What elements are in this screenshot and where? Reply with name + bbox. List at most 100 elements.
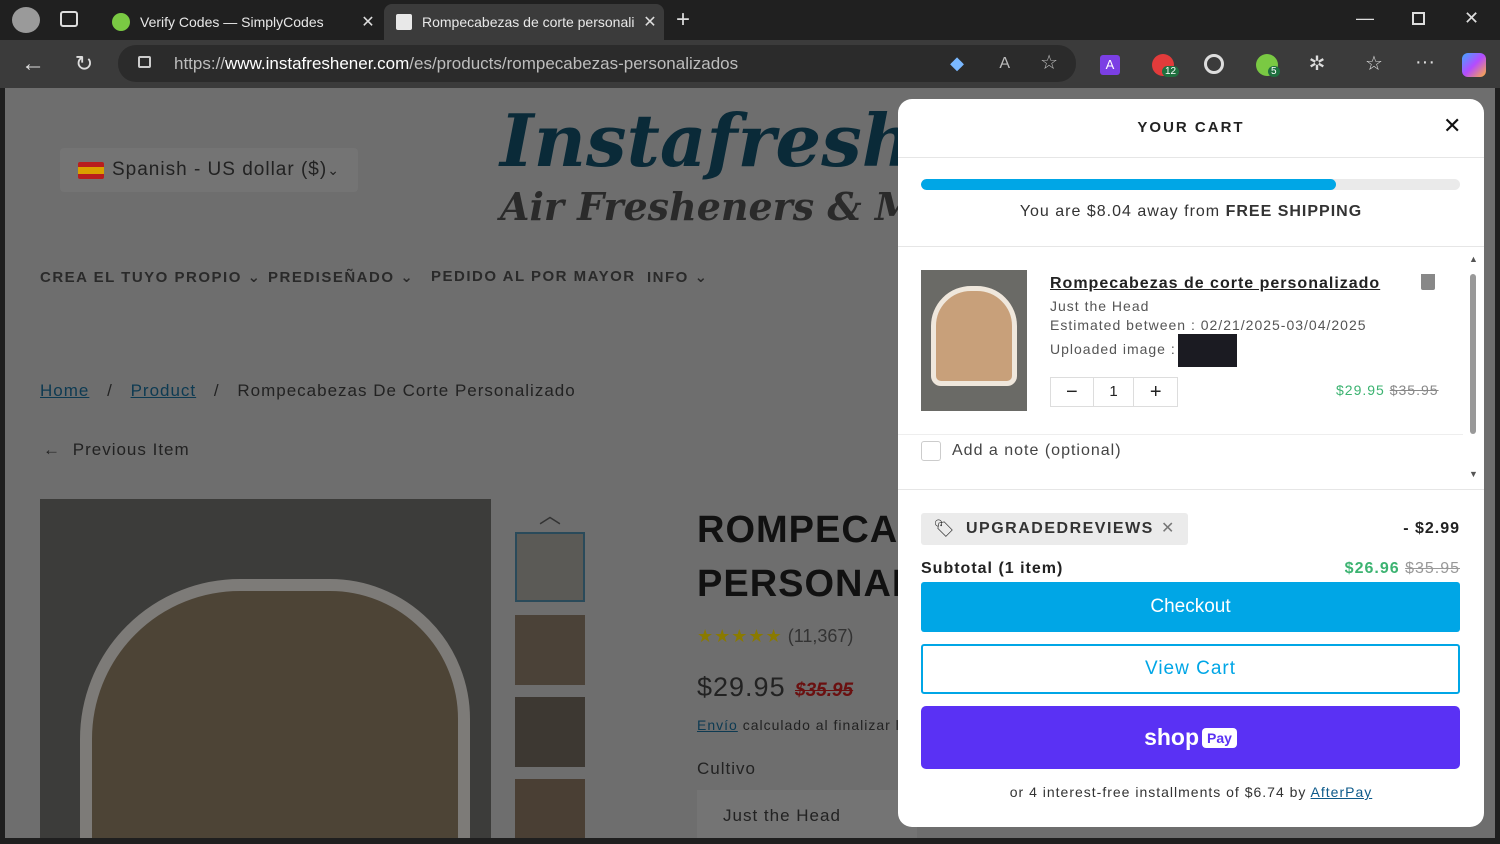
checkout-label: Checkout <box>1150 596 1231 617</box>
site-info-lock-icon[interactable] <box>138 56 151 68</box>
tab-title: Rompecabezas de corte personali <box>422 14 635 30</box>
quantity-value[interactable]: 1 <box>1094 378 1135 406</box>
divider <box>898 246 1484 247</box>
decrease-qty-button[interactable]: − <box>1051 378 1094 406</box>
thumbnail-1[interactable] <box>515 532 585 602</box>
note-checkbox[interactable] <box>921 441 941 461</box>
discount-code: UPGRADEDREVIEWS <box>966 520 1154 537</box>
address-toolbar: ← ↻ https://www.instafreshener.com/es/pr… <box>0 40 1500 88</box>
previous-item-label: Previous Item <box>72 440 190 459</box>
instafreshener-favicon-icon <box>396 14 412 30</box>
view-cart-label: View Cart <box>1144 658 1236 679</box>
coupon-tag-icon[interactable]: ◆ <box>950 45 964 82</box>
breadcrumb-separator: / <box>107 381 113 400</box>
close-cart-icon[interactable]: ✕ <box>1443 113 1461 139</box>
increase-qty-button[interactable]: + <box>1134 378 1177 406</box>
favorite-star-icon[interactable]: ☆ <box>1040 45 1058 82</box>
tab-instafreshener[interactable]: Rompecabezas de corte personali ✕ <box>384 4 664 40</box>
browser-tab-bar: Verify Codes — SimplyCodes ✕ Rompecabeza… <box>0 0 1500 40</box>
uploaded-image-thumbnail[interactable] <box>1178 334 1237 367</box>
shipping-link[interactable]: Envío <box>697 717 738 733</box>
nav-label: PREDISEÑADO <box>268 269 395 286</box>
trash-icon[interactable] <box>1421 274 1435 290</box>
nav-info[interactable]: INFO ⌄ <box>647 268 709 286</box>
tab-actions-icon[interactable] <box>60 11 78 27</box>
progress-fill <box>921 179 1337 190</box>
shop-pay-button[interactable]: shop Pay <box>921 706 1460 769</box>
breadcrumb-product[interactable]: Product <box>131 381 197 400</box>
nav-label: CREA EL TUYO PROPIO <box>40 269 242 286</box>
cart-item-image[interactable] <box>921 270 1027 411</box>
star-rating-icon: ★★★★★ <box>697 626 783 646</box>
pug-puzzle-shape <box>80 579 470 838</box>
locale-label: Spanish - US dollar ($) <box>112 159 328 180</box>
spain-flag-icon <box>78 162 104 179</box>
cart-scrollbar[interactable]: ▲ ▼ <box>1468 254 1478 482</box>
thumbnail-up-icon[interactable]: ︿ <box>539 498 561 530</box>
cart-item-price-group: $29.95 $35.95 <box>1336 382 1439 398</box>
remove-discount-icon[interactable]: ✕ <box>1161 518 1174 538</box>
back-icon[interactable]: ← <box>19 52 47 76</box>
shipping-message-text: You are $8.04 away from <box>1019 203 1226 220</box>
nav-label: PEDIDO AL POR MAYOR <box>431 268 636 285</box>
nav-label: INFO <box>647 269 689 286</box>
cart-title: YOUR CART <box>1137 119 1245 136</box>
discount-amount: - $2.99 <box>1403 520 1460 537</box>
nav-predisenado[interactable]: PREDISEÑADO ⌄ <box>268 268 414 286</box>
scroll-thumb[interactable] <box>1470 274 1476 434</box>
extensions-puzzle-icon[interactable]: ✲ <box>1303 52 1331 76</box>
locale-selector[interactable]: Spanish - US dollar ($) ⌄ <box>60 148 358 192</box>
extension-badge: 5 <box>1268 66 1280 77</box>
product-main-image[interactable] <box>40 499 491 838</box>
quantity-stepper: − 1 + <box>1050 377 1178 407</box>
new-tab-icon[interactable]: + <box>676 6 690 34</box>
add-note-label[interactable]: Add a note (optional) <box>952 442 1122 460</box>
read-aloud-icon[interactable]: A <box>999 45 1010 82</box>
previous-item-link[interactable]: ← Previous Item <box>43 440 190 460</box>
url-prefix: https:// <box>174 54 226 73</box>
refresh-icon[interactable]: ↻ <box>70 52 98 76</box>
nav-pedido-mayor[interactable]: PEDIDO AL POR MAYOR <box>431 268 636 285</box>
copilot-icon[interactable] <box>1462 53 1486 77</box>
address-bar[interactable]: https://www.instafreshener.com/es/produc… <box>118 45 1076 82</box>
reviews-count: (11,367) <box>787 626 854 646</box>
thumbnail-3[interactable] <box>515 697 585 767</box>
breadcrumb-home[interactable]: Home <box>40 381 89 400</box>
view-cart-button[interactable]: View Cart <box>921 644 1460 694</box>
simplycodes-favicon-icon <box>112 13 130 31</box>
tab-simplycodes[interactable]: Verify Codes — SimplyCodes ✕ <box>100 4 382 40</box>
chevron-down-icon: ⌄ <box>694 269 709 286</box>
shop-pay-badge: Pay <box>1202 727 1237 748</box>
more-menu-icon[interactable]: ··· <box>1411 50 1439 74</box>
simplycodes-extension-icon[interactable]: 5 <box>1256 54 1280 77</box>
reviews-summary[interactable]: ★★★★★ (11,367) <box>697 626 853 647</box>
breadcrumb: Home / Product / Rompecabezas De Corte P… <box>40 381 576 401</box>
nav-crea-el-tuyo[interactable]: CREA EL TUYO PROPIO ⌄ <box>40 268 262 286</box>
thumbnail-4[interactable] <box>515 779 585 838</box>
subtotal-value: $26.96 <box>1344 560 1400 577</box>
option-label: Cultivo <box>697 759 756 778</box>
cart-item-variant: Just the Head <box>1050 298 1150 314</box>
minimize-icon[interactable]: — <box>1356 8 1374 29</box>
close-tab-icon[interactable]: ✕ <box>354 12 382 32</box>
restore-icon[interactable] <box>1412 12 1425 25</box>
option-select[interactable]: Just the Head <box>697 790 917 838</box>
extension-red-icon[interactable]: 12 <box>1152 54 1180 77</box>
favorites-icon[interactable]: ☆ <box>1360 52 1388 76</box>
extension-a-icon[interactable]: A <box>1100 55 1120 75</box>
close-window-icon[interactable]: ✕ <box>1464 8 1479 29</box>
extension-circle-icon[interactable] <box>1204 54 1224 74</box>
divider <box>898 489 1484 490</box>
pug-image-shape <box>931 286 1017 386</box>
product-compare-price: $35.95 <box>795 680 854 701</box>
cart-item-compare-price: $35.95 <box>1389 382 1439 398</box>
checkout-button[interactable]: Checkout <box>921 582 1460 632</box>
afterpay-link[interactable]: AfterPay <box>1311 784 1373 800</box>
scroll-down-icon[interactable]: ▼ <box>1469 469 1478 479</box>
scroll-up-icon[interactable]: ▲ <box>1469 254 1478 264</box>
cart-item-name[interactable]: Rompecabezas de corte personalizado <box>1050 275 1380 293</box>
divider <box>898 157 1484 158</box>
close-tab-icon[interactable]: ✕ <box>636 12 664 32</box>
profile-avatar[interactable] <box>12 7 40 33</box>
thumbnail-2[interactable] <box>515 615 585 685</box>
